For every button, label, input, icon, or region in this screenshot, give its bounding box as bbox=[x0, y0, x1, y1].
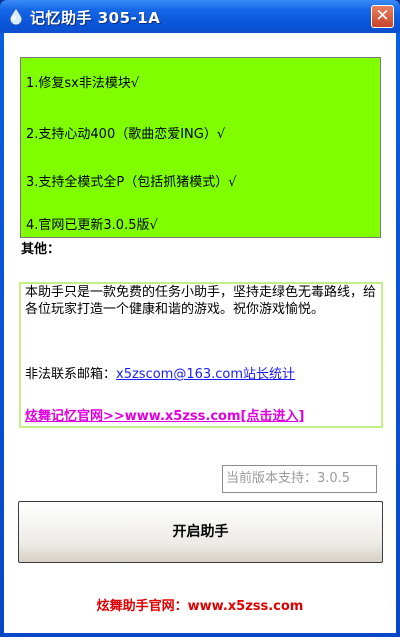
update-item-3: 3.支持全模式全P（包括抓猪模式）√ bbox=[26, 175, 237, 190]
info-description: 本助手只是一款免费的任务小助手，坚持走绿色无毒路线，给各位玩家打造一个健康和谐的… bbox=[25, 285, 377, 317]
version-field: 当前版本支持：3.0.5 bbox=[222, 465, 377, 493]
client-area: 1.修复sx非法模块√ 2.支持心动400（歌曲恋爱ING）√ 3.支持全模式全… bbox=[4, 33, 396, 633]
update-notes-box: 1.修复sx非法模块√ 2.支持心动400（歌曲恋爱ING）√ 3.支持全模式全… bbox=[20, 57, 381, 238]
update-item-2: 2.支持心动400（歌曲恋爱ING）√ bbox=[26, 127, 226, 142]
update-item-4: 4.官网已更新3.0.5版√ bbox=[26, 218, 158, 233]
start-assistant-button[interactable]: 开启助手 bbox=[18, 501, 383, 563]
info-box: 本助手只是一款免费的任务小助手，坚持走绿色无毒路线，给各位玩家打造一个健康和谐的… bbox=[19, 282, 383, 428]
app-icon bbox=[9, 7, 23, 25]
email-label: 非法联系邮箱： bbox=[25, 367, 117, 382]
update-item-1: 1.修复sx非法模块√ bbox=[26, 76, 140, 91]
app-window: 记忆助手 305-1A ✕ 1.修复sx非法模块√ 2.支持心动400（歌曲恋爱… bbox=[0, 0, 400, 637]
official-site-link[interactable]: 炫舞记忆官网>>www.x5zss.com[点击进入] bbox=[25, 405, 304, 424]
email-link[interactable]: x5zscom@163.com站长统计 bbox=[116, 367, 295, 382]
other-heading: 其他： bbox=[21, 242, 61, 257]
close-button[interactable]: ✕ bbox=[371, 5, 394, 28]
email-row: 非法联系邮箱：x5zscom@163.com站长统计 bbox=[25, 363, 295, 382]
footer-site-link[interactable]: 炫舞助手官网：www.x5zss.com bbox=[4, 595, 396, 614]
title-bar[interactable]: 记忆助手 305-1A ✕ bbox=[0, 0, 400, 33]
window-title: 记忆助手 305-1A bbox=[30, 9, 161, 27]
